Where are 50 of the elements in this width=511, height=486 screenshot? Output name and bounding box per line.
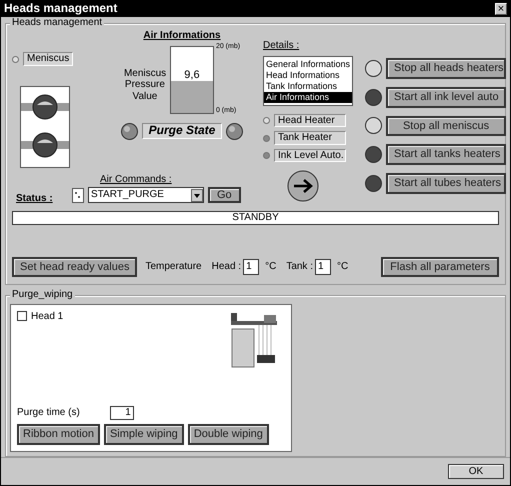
purge-time-field[interactable]: 1	[110, 406, 134, 420]
print-head-drawing	[231, 310, 277, 368]
commands-label: Air Commands :	[100, 174, 173, 186]
action-button[interactable]: Start all ink level auto	[386, 86, 506, 108]
arrow-button[interactable]	[287, 170, 319, 202]
ok-button[interactable]: OK	[448, 464, 504, 479]
set-ready-button[interactable]: Set head ready values	[12, 256, 138, 278]
action-button[interactable]: Stop all meniscus	[386, 116, 506, 136]
pressure-label: Meniscus Pressure Value	[124, 68, 166, 104]
list-item[interactable]: Head Informations	[264, 70, 352, 81]
purge-time-label: Purge time (s)	[17, 407, 80, 419]
list-item[interactable]: Air Informations	[264, 92, 352, 103]
field-label: Tank :	[286, 261, 313, 273]
go-button[interactable]: Go	[208, 186, 241, 204]
command-dropdown[interactable]: START_PURGE	[88, 187, 204, 204]
temperature-field[interactable]: 1	[243, 259, 260, 276]
temperature-label: Temperature	[145, 261, 202, 273]
details-label: Details :	[263, 40, 300, 52]
temperature-field[interactable]: 1	[315, 259, 331, 276]
status-field: STANDBY	[12, 210, 499, 225]
spin-icon	[72, 188, 84, 203]
indicator-label: Ink Level Auto.	[274, 148, 346, 162]
led-icon	[120, 122, 138, 140]
pressure-value: 9,6	[183, 68, 201, 82]
section-title: Air Informations	[143, 30, 221, 42]
field-label: Head :	[212, 261, 242, 273]
head-checkbox[interactable]	[17, 311, 27, 322]
list-item[interactable]: Tank Informations	[264, 80, 352, 92]
status-label: Status :	[16, 193, 54, 205]
list-item[interactable]: General Informations	[264, 58, 352, 70]
purge-state-label: Purge State	[142, 123, 222, 140]
action-button[interactable]: Stop all heads heaters	[386, 58, 506, 79]
group-title: Heads management	[10, 17, 104, 29]
action-button[interactable]: Start all tubes heaters	[386, 172, 506, 194]
indicator-label: Tank Heater	[274, 131, 346, 145]
wiping-button[interactable]: Ribbon motion	[17, 424, 100, 444]
meniscus-label: Meniscus	[23, 52, 74, 66]
checkbox-label: Head 1	[31, 310, 64, 322]
action-button[interactable]: Start all tanks heaters	[386, 144, 506, 165]
unit-label: °C	[337, 261, 348, 273]
details-list[interactable]: General Informations Head Informations Tank Informations Air Informations	[263, 56, 354, 106]
unit-label: °C	[265, 261, 276, 273]
wiping-button[interactable]: Simple wiping	[104, 424, 184, 444]
flash-button[interactable]: Flash all parameters	[381, 256, 499, 278]
close-button[interactable]: ×	[495, 3, 507, 16]
led-icon	[226, 122, 244, 140]
window-title: Heads management	[4, 2, 118, 16]
indicator-label: Head Heater	[274, 114, 346, 128]
wiping-button[interactable]: Double wiping	[188, 424, 269, 444]
group-title: Purge_wiping	[10, 288, 75, 300]
